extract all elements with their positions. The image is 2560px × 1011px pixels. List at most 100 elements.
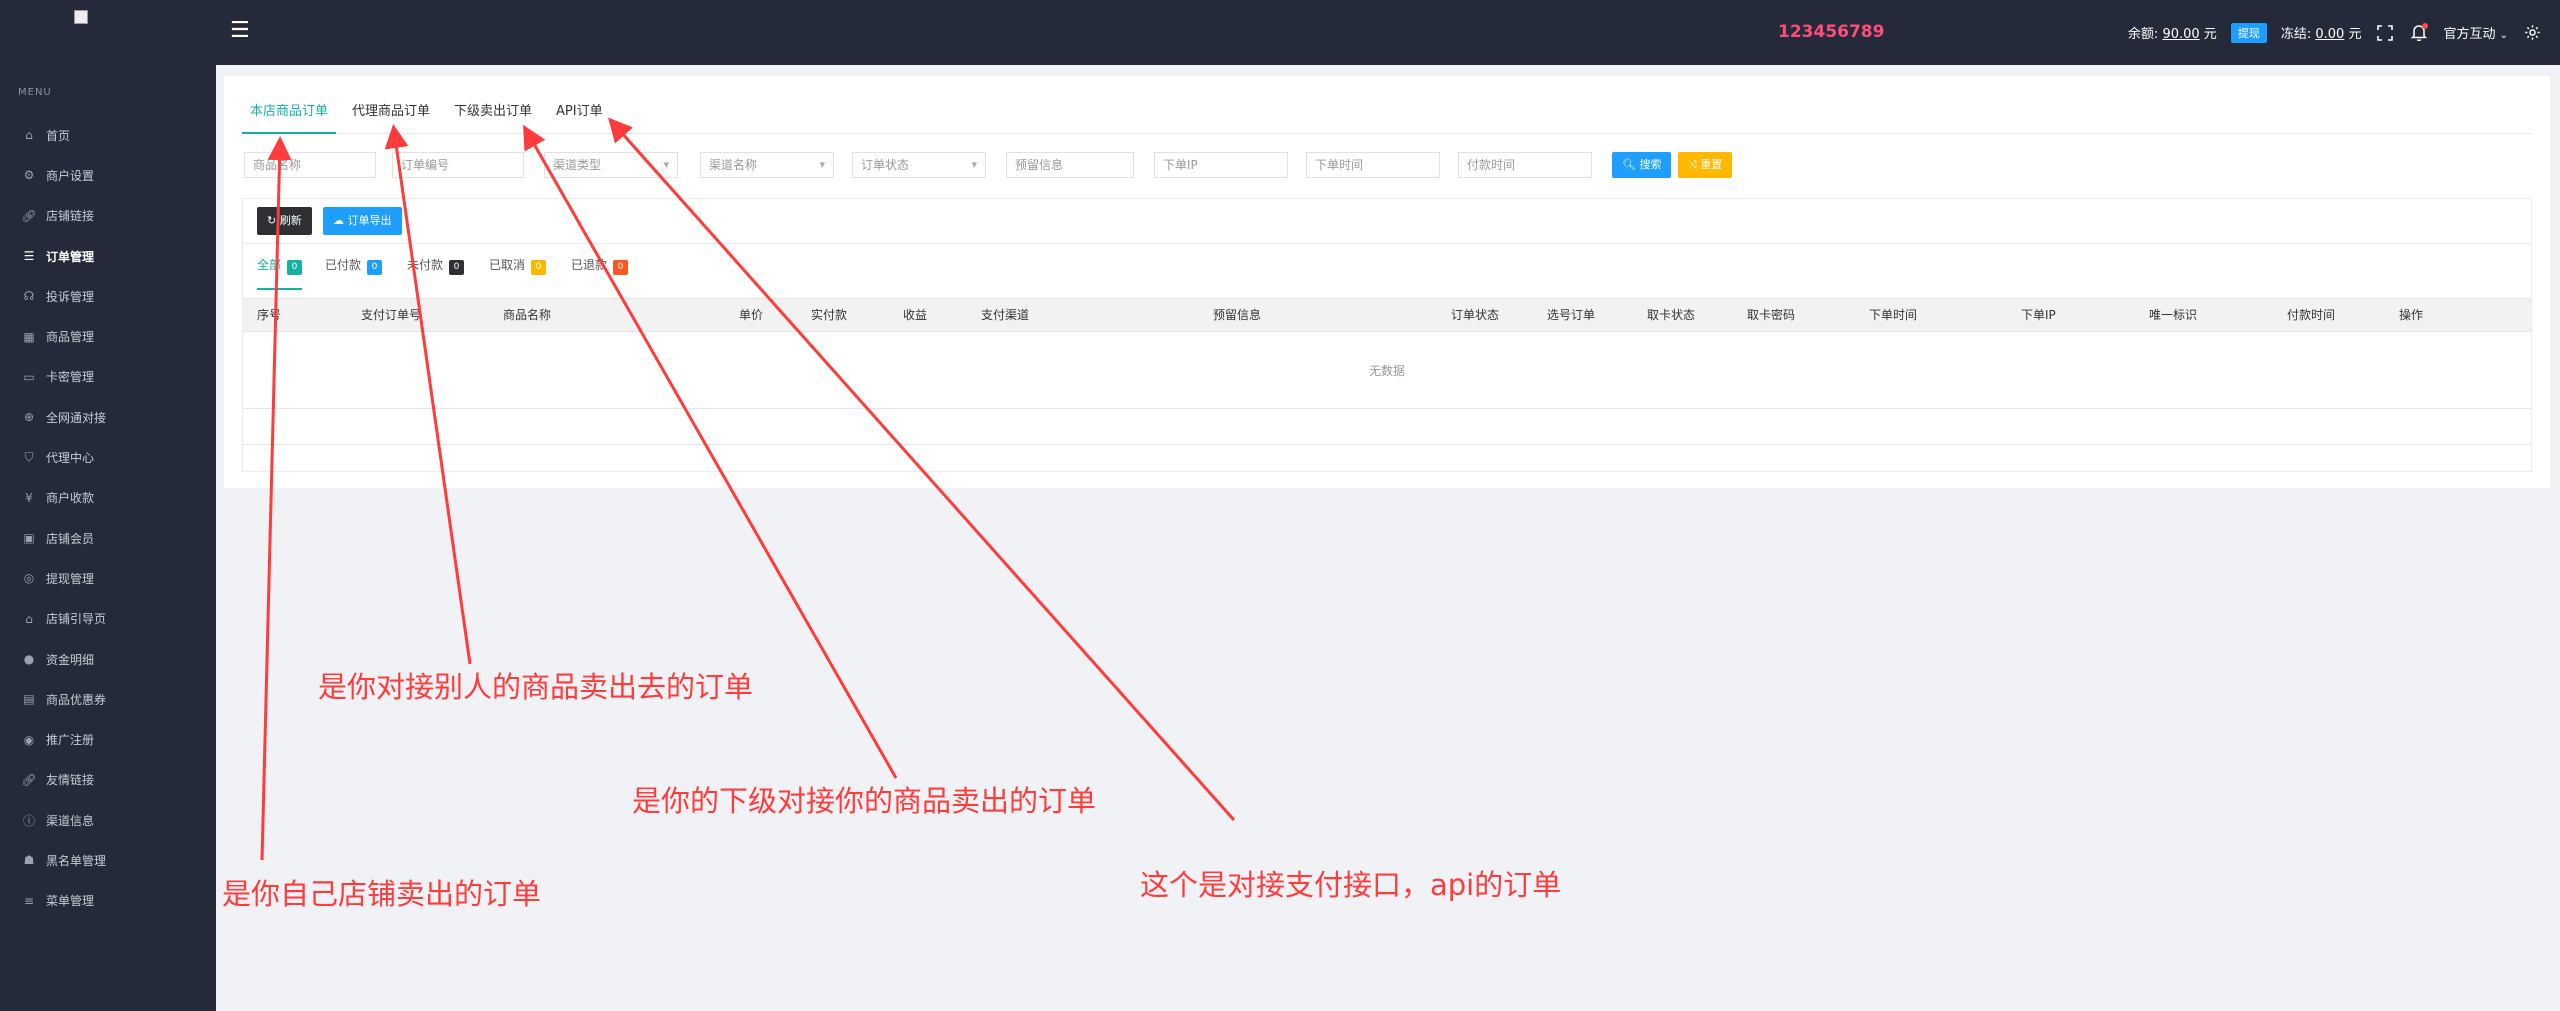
column-header[interactable]: 序号 bbox=[257, 299, 281, 333]
tab-api-orders[interactable]: API订单 bbox=[548, 100, 611, 134]
sidebar-item[interactable]: ⊕ 全网通对接 bbox=[0, 397, 216, 437]
gear-icon: ⚙ bbox=[23, 168, 35, 183]
refresh-button[interactable]: ↻ 刷新 bbox=[257, 207, 312, 235]
column-header[interactable]: 付款时间 bbox=[2287, 299, 2335, 333]
subtab-label: 未付款 bbox=[407, 258, 444, 272]
search-button[interactable]: 🔍︎ 搜索 bbox=[1612, 152, 1672, 178]
sidebar-item[interactable]: 🔗︎ 店铺链接 bbox=[0, 196, 216, 236]
orders-card: 本店商品订单 代理商品订单 下级卖出订单 API订单 商品名称 订单编号 渠道类… bbox=[224, 76, 2550, 488]
subtab-label: 已取消 bbox=[489, 258, 526, 272]
column-header[interactable]: 唯一标识 bbox=[2149, 299, 2197, 333]
sidebar-item[interactable]: ▣ 店铺会员 bbox=[0, 518, 216, 558]
export-orders-button[interactable]: ☁ 订单导出 bbox=[323, 207, 402, 235]
broken-image-icon bbox=[74, 10, 88, 24]
sidebar-item[interactable]: ▭ 卡密管理 bbox=[0, 357, 216, 397]
sidebar-item[interactable]: ◎ 提现管理 bbox=[0, 558, 216, 598]
column-header[interactable]: 实付款 bbox=[811, 299, 847, 333]
column-header[interactable]: 订单状态 bbox=[1451, 299, 1499, 333]
sidebar-item[interactable]: ◉ 推广注册 bbox=[0, 719, 216, 759]
order-no-input[interactable]: 订单编号 bbox=[392, 152, 524, 178]
sidebar-item[interactable]: ▦ 商品管理 bbox=[0, 316, 216, 356]
sidebar-item[interactable]: ⌂ 店铺引导页 bbox=[0, 599, 216, 639]
order-tabs: 本店商品订单 代理商品订单 下级卖出订单 API订单 bbox=[242, 100, 2532, 134]
channel-type-select[interactable]: 渠道类型 bbox=[544, 152, 678, 178]
column-header[interactable]: 支付订单号 bbox=[361, 299, 421, 333]
shield-icon: ⛉ bbox=[24, 450, 34, 465]
frozen-value: 0.00 bbox=[2315, 27, 2345, 42]
reset-button-label: 重置 bbox=[1700, 158, 1723, 171]
sidebar-item[interactable]: ¥ 商户收款 bbox=[0, 478, 216, 518]
column-header[interactable]: 商品名称 bbox=[503, 299, 551, 333]
tab-agent-orders[interactable]: 代理商品订单 bbox=[344, 100, 438, 134]
headset-icon: ☊ bbox=[23, 289, 35, 304]
card-icon: ▭ bbox=[23, 369, 35, 384]
user-menu[interactable]: 官方互动 ⌄ bbox=[2443, 23, 2508, 42]
column-header[interactable]: 选号订单 bbox=[1547, 299, 1595, 333]
column-header[interactable]: 取卡状态 bbox=[1647, 299, 1695, 333]
logo-area bbox=[0, 0, 216, 65]
logo-image bbox=[74, 10, 154, 48]
column-header[interactable]: 下单时间 bbox=[1869, 299, 1917, 333]
sidebar-item-label: 商品管理 bbox=[46, 330, 95, 345]
list-icon: ☰ bbox=[23, 249, 35, 264]
pay-time-input[interactable]: 付款时间 bbox=[1458, 152, 1592, 178]
network-icon: ⊕ bbox=[23, 410, 35, 425]
withdraw-button[interactable]: 提现 bbox=[2230, 22, 2267, 43]
fullscreen-icon[interactable] bbox=[2375, 23, 2395, 43]
count-badge: 0 bbox=[449, 260, 465, 275]
status-subtab[interactable]: 未付款 0 bbox=[407, 256, 465, 290]
status-subtab[interactable]: 已付款 0 bbox=[325, 256, 383, 290]
sidebar-item[interactable]: ⚙ 商户设置 bbox=[0, 155, 216, 195]
channel-name-select[interactable]: 渠道名称 bbox=[700, 152, 834, 178]
count-badge: 0 bbox=[613, 260, 629, 275]
count-badge: 0 bbox=[367, 260, 383, 275]
column-header[interactable]: 支付渠道 bbox=[981, 299, 1029, 333]
hamburger-menu-icon[interactable]: ☰ bbox=[230, 20, 252, 42]
reset-button[interactable]: ⤨ 重置 bbox=[1678, 152, 1733, 178]
status-subtabs: 全部 0 已付款 0 未付款 0 已取消 0 已退款 0 bbox=[243, 244, 2531, 290]
sidebar-menu: ⌂ 首页 ⚙ 商户设置 🔗︎ 店铺链接 ☰ 订单管理 ☊ 投诉管理 ▦ 商品管理 ▭ 卡密管理 ⊕ 全网通对接… bbox=[0, 115, 216, 921]
sidebar-item[interactable]: ⛉ 代理中心 bbox=[0, 437, 216, 477]
sidebar-item[interactable]: ≡ 菜单管理 bbox=[0, 881, 216, 921]
menu-caption: MENU bbox=[18, 87, 52, 98]
balance-label: 余额: bbox=[2127, 27, 2159, 42]
column-header[interactable]: 下单IP bbox=[2021, 299, 2056, 333]
bell-icon[interactable] bbox=[2409, 22, 2429, 43]
status-subtab[interactable]: 全部 0 bbox=[257, 256, 303, 290]
sidebar-item[interactable]: 🔗︎ 友情链接 bbox=[0, 760, 216, 800]
order-time-input[interactable]: 下单时间 bbox=[1306, 152, 1440, 178]
sidebar-item[interactable]: ☰ 订单管理 bbox=[0, 236, 216, 276]
annotation-own-store: 是你自己店铺卖出的订单 bbox=[222, 877, 542, 911]
settings-gear-icon[interactable] bbox=[2522, 23, 2542, 43]
status-subtab[interactable]: 已取消 0 bbox=[489, 256, 547, 290]
sidebar-item-label: 首页 bbox=[46, 128, 71, 143]
status-subtab[interactable]: 已退款 0 bbox=[571, 256, 629, 290]
vip-icon: ▣ bbox=[23, 531, 35, 546]
sidebar-item-label: 代理中心 bbox=[46, 451, 95, 466]
sidebar-item[interactable]: ▤ 商品优惠券 bbox=[0, 679, 216, 719]
header-right: 余额: 90.00 元 提现 冻结: 0.00 元 官方互动 ⌄ bbox=[2128, 0, 2542, 65]
shuffle-icon: ⤨ bbox=[1688, 158, 1697, 171]
sidebar-item[interactable]: ⌂ 首页 bbox=[0, 115, 216, 155]
count-badge: 0 bbox=[287, 260, 303, 275]
column-header[interactable]: 操作 bbox=[2399, 299, 2423, 333]
sidebar-item[interactable]: ☊ 投诉管理 bbox=[0, 276, 216, 316]
sidebar-item-label: 提现管理 bbox=[46, 571, 95, 586]
column-header[interactable]: 取卡密码 bbox=[1747, 299, 1795, 333]
column-header[interactable]: 单价 bbox=[739, 299, 763, 333]
link-icon: 🔗︎ bbox=[21, 772, 37, 787]
reserved-info-input[interactable]: 预留信息 bbox=[1006, 152, 1134, 178]
sidebar-item[interactable]: ⓘ 渠道信息 bbox=[0, 800, 216, 840]
tab-subordinate-orders[interactable]: 下级卖出订单 bbox=[446, 100, 540, 134]
column-header[interactable]: 收益 bbox=[903, 299, 927, 333]
refresh-icon: ↻ bbox=[267, 214, 277, 227]
sidebar-item-label: 商品优惠券 bbox=[46, 692, 107, 707]
product-name-input[interactable]: 商品名称 bbox=[244, 152, 376, 178]
sidebar-item-label: 店铺链接 bbox=[46, 209, 95, 224]
tab-own-store-orders[interactable]: 本店商品订单 bbox=[242, 100, 337, 134]
order-ip-input[interactable]: 下单IP bbox=[1154, 152, 1288, 178]
column-header[interactable]: 预留信息 bbox=[1213, 299, 1261, 333]
sidebar-item[interactable]: ☗ 黑名单管理 bbox=[0, 840, 216, 880]
order-status-select[interactable]: 订单状态 bbox=[852, 152, 986, 178]
sidebar-item[interactable]: ● 资金明细 bbox=[0, 639, 216, 679]
